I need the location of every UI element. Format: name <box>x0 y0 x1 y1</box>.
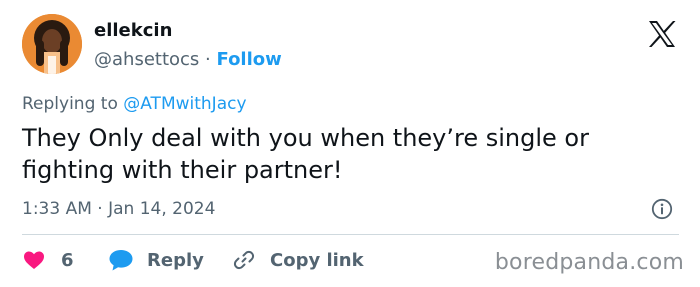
reply-context: Replying to @ATMwithJacy <box>22 94 247 114</box>
like-count: 6 <box>61 249 74 271</box>
speech-bubble-icon <box>109 250 133 271</box>
reply-context-prefix: Replying to <box>22 94 118 114</box>
heart-icon <box>24 251 44 269</box>
author-display-name[interactable]: ellekcin <box>94 20 172 41</box>
copy-link-button[interactable]: Copy link <box>232 248 364 272</box>
reply-label: Reply <box>147 249 204 271</box>
avatar[interactable] <box>22 14 82 74</box>
reply-button[interactable]: Reply <box>108 248 204 272</box>
copy-link-label: Copy link <box>270 249 364 271</box>
author-handle[interactable]: @ahsettocs <box>94 49 199 70</box>
link-icon <box>233 250 255 270</box>
handle-separator: · <box>205 49 211 70</box>
tweet-timestamp[interactable]: 1:33 AM · Jan 14, 2024 <box>22 199 215 219</box>
divider <box>22 234 679 235</box>
avatar-image <box>22 14 82 74</box>
tweet-text: They Only deal with you when they’re sin… <box>22 124 589 184</box>
info-icon[interactable] <box>651 198 673 220</box>
watermark: boredpanda.com <box>494 250 684 275</box>
x-logo-icon[interactable] <box>646 18 678 50</box>
like-button[interactable]: 6 <box>22 248 74 272</box>
reply-context-mention[interactable]: @ATMwithJacy <box>123 94 246 114</box>
follow-button[interactable]: Follow <box>217 49 282 70</box>
author-handle-line: @ahsettocs · Follow <box>94 49 282 70</box>
